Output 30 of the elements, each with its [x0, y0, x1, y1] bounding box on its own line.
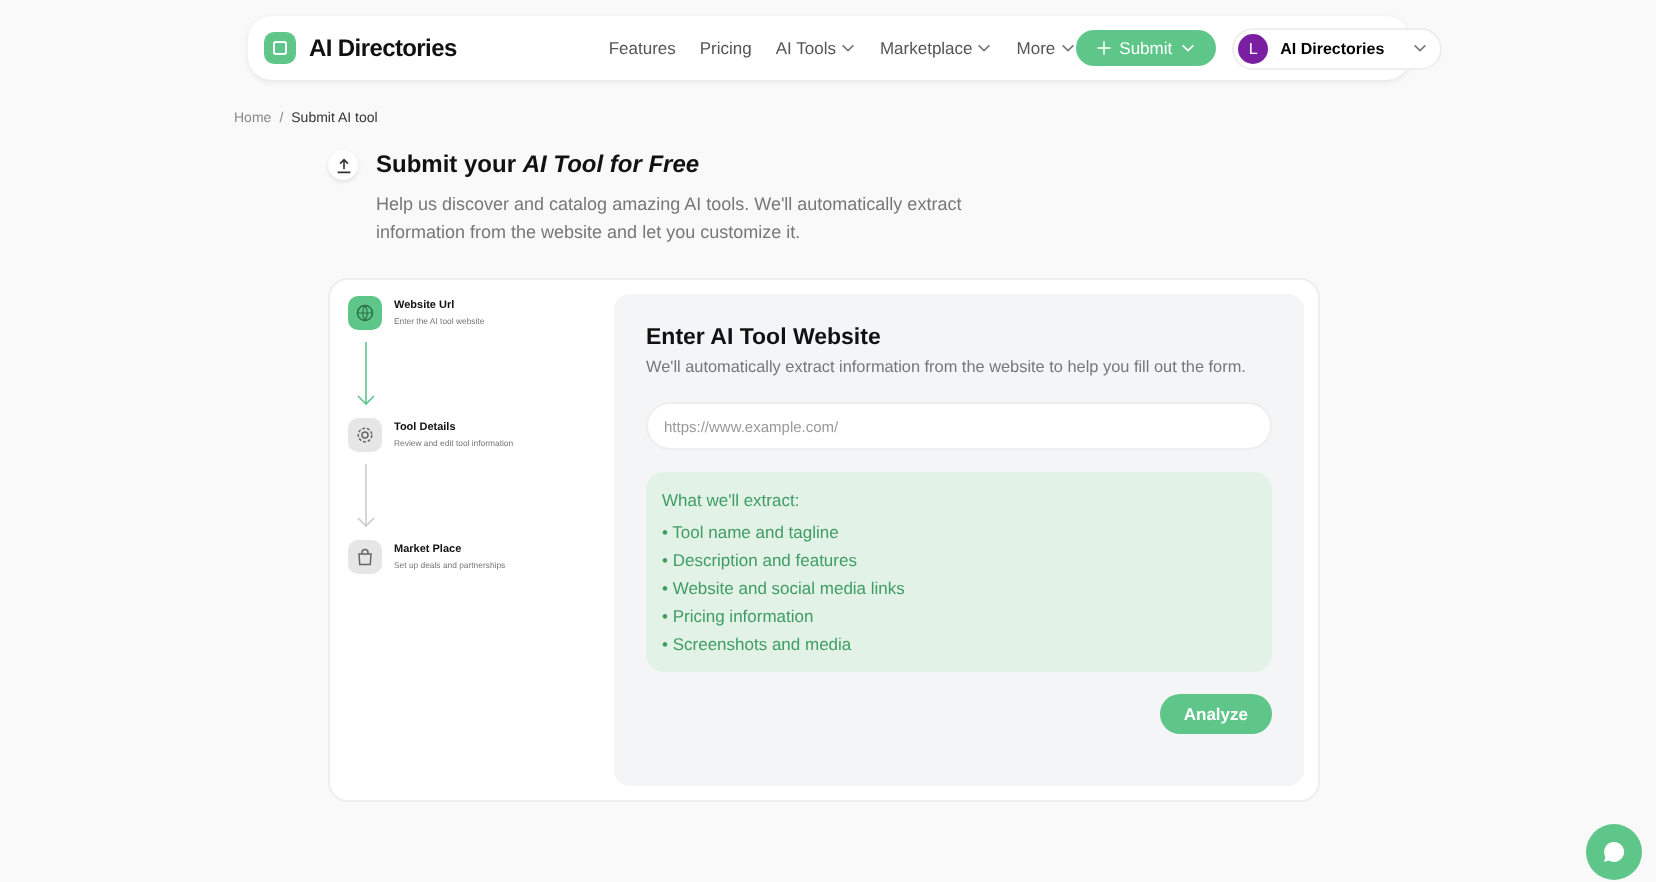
chevron-down-icon: [1412, 40, 1429, 56]
gear-icon: [356, 426, 374, 444]
form-subtitle: We'll automatically extract information from the website to help you fill out the form.: [646, 358, 1248, 376]
extract-item: • Tool name and tagline: [662, 522, 841, 542]
nav-link[interactable]: Pricing: [699, 38, 752, 58]
nav-link[interactable]: Marketplace: [879, 38, 993, 58]
logo-icon[interactable]: [263, 32, 295, 64]
extract-item: • Screenshots and media: [662, 634, 854, 654]
chevron-down-icon: [1180, 40, 1197, 56]
globe-icon: [356, 304, 374, 322]
extract-item: • Description and features: [662, 550, 859, 570]
arrow-icon: [356, 342, 376, 406]
avatar: L: [1238, 33, 1269, 63]
account-menu[interactable]: L AI Directories: [1232, 27, 1443, 69]
upload-icon: [328, 150, 358, 180]
plus-icon: [1095, 40, 1112, 56]
extract-heading: What we'll extract:: [662, 490, 802, 510]
extract-item: • Pricing information: [662, 606, 816, 626]
page-title: Submit your AI Tool for Free: [376, 150, 702, 178]
arrow-icon: [356, 464, 376, 528]
page-description: Help us discover and catalog amazing AI tools. We'll automatically extract information from the website and let you customize it.: [376, 192, 964, 246]
nav-link[interactable]: Features: [608, 38, 676, 58]
brand-name[interactable]: AI Directories: [309, 34, 457, 62]
nav-link[interactable]: More: [1016, 38, 1076, 58]
chat-bubble-icon: [1602, 840, 1626, 864]
extract-item: • Website and social media links: [662, 578, 907, 598]
shopping-bag-icon: [356, 548, 374, 566]
form-title: Enter AI Tool Website: [646, 326, 883, 350]
chat-button[interactable]: [1586, 824, 1642, 880]
nav-link[interactable]: AI Tools: [775, 38, 856, 58]
